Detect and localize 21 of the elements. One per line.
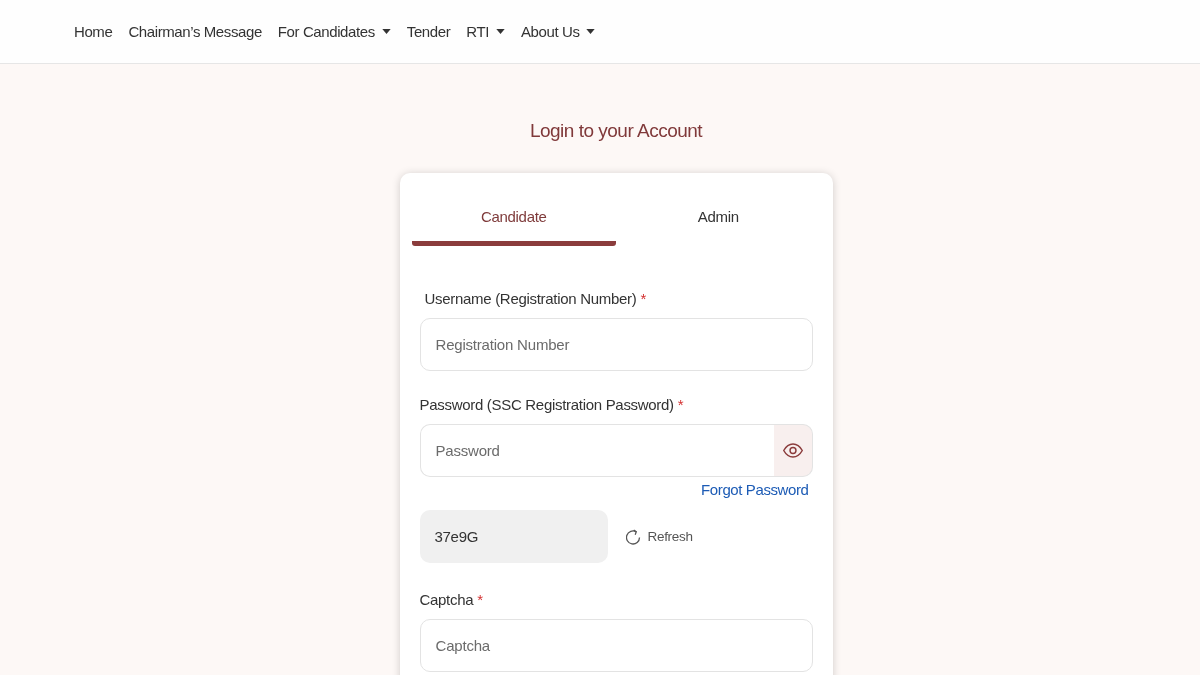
refresh-button[interactable]: Refresh [625, 528, 693, 545]
tab[interactable]: Candidate [411, 205, 616, 246]
required-asterisk: * [677, 395, 684, 415]
page-title: Login to your Account [529, 119, 703, 143]
nav-link[interactable]: Tender [398, 21, 459, 42]
nav-link[interactable]: About Us [513, 21, 604, 42]
nav-link[interactable]: Chairman’s Message [120, 21, 270, 42]
field-label: Captcha [419, 590, 474, 610]
field-label: Username (Registration Number) [424, 289, 637, 309]
required-asterisk: * [640, 289, 646, 309]
tab[interactable]: Admin [616, 205, 821, 246]
captcha-code: 37e9G [419, 510, 608, 563]
input-field[interactable]: Captcha [419, 619, 813, 672]
input-field[interactable]: Registration Number [419, 318, 813, 371]
nav-link[interactable]: RTI [458, 21, 513, 42]
nav-link[interactable]: Home [66, 21, 121, 42]
field-label: Password (SSC Registration Password) [419, 395, 674, 415]
required-asterisk: * [477, 590, 483, 610]
forgot-password-link[interactable]: Forgot Password [701, 479, 809, 501]
refresh-icon [625, 528, 641, 545]
nav-link[interactable]: For Candidates [269, 21, 399, 42]
